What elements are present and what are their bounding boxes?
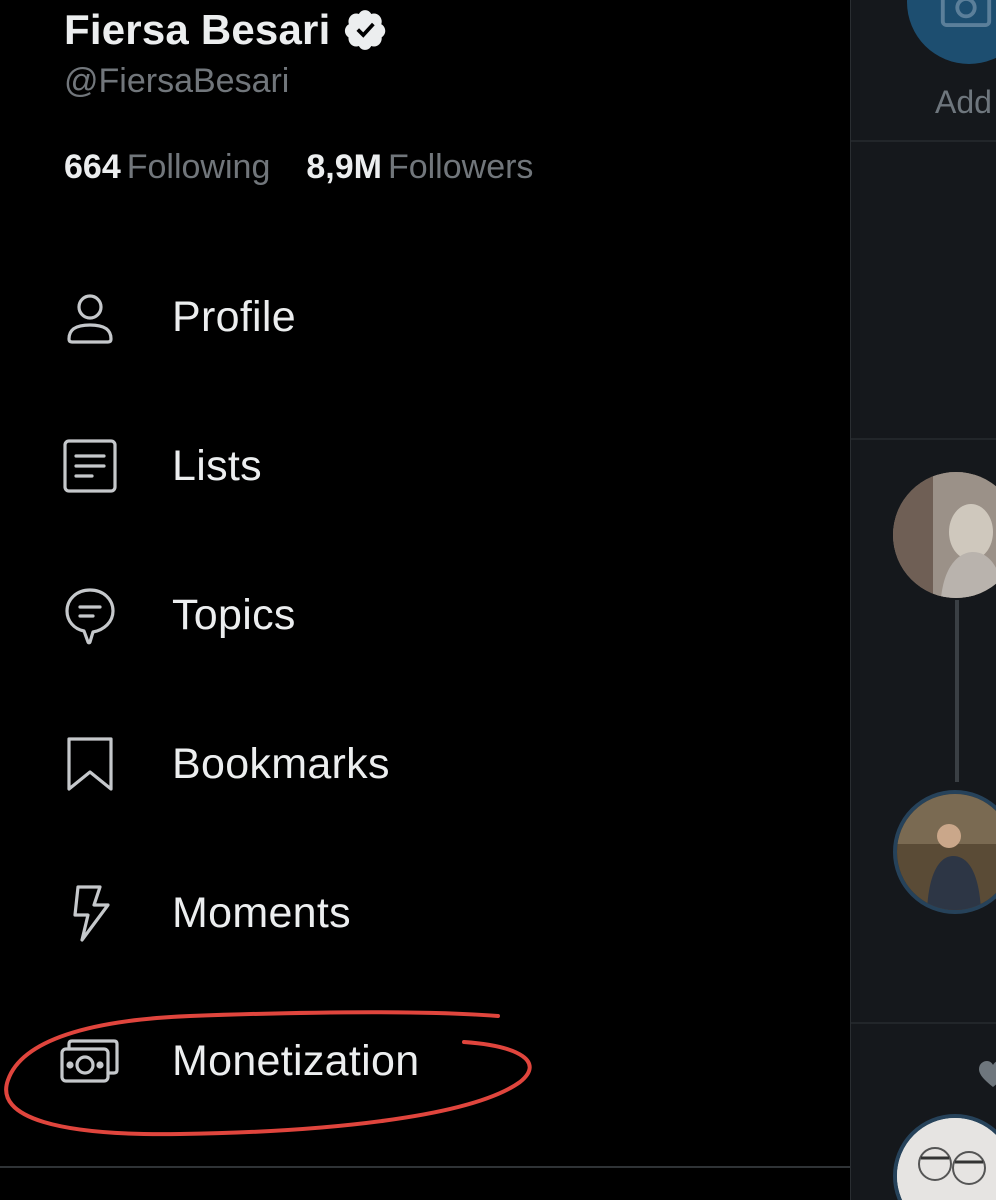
topics-bubble-icon xyxy=(60,585,120,645)
timeline-separator xyxy=(851,438,996,440)
menu-item-profile[interactable]: Profile xyxy=(60,282,760,352)
avatar[interactable] xyxy=(893,790,996,914)
profile-handle: @FiersaBesari xyxy=(64,62,290,100)
bookmark-icon xyxy=(60,734,120,794)
menu-label-monetization: Monetization xyxy=(172,1036,420,1085)
follow-counts: 664 Following 8,9M Followers xyxy=(64,148,533,187)
add-label: Add xyxy=(935,84,992,120)
thread-connector xyxy=(955,600,959,782)
menu-item-bookmarks[interactable]: Bookmarks xyxy=(60,729,760,799)
add-fleet-button[interactable] xyxy=(907,0,996,64)
timeline-separator xyxy=(851,140,996,142)
following-count: 664 xyxy=(64,148,121,186)
menu-item-lists[interactable]: Lists xyxy=(60,431,760,501)
camera-icon xyxy=(940,0,992,27)
menu-label-lists: Lists xyxy=(172,441,262,490)
menu-item-moments[interactable]: Moments xyxy=(60,878,760,948)
followers-count: 8,9M xyxy=(306,148,382,186)
verified-badge-icon xyxy=(345,10,386,50)
profile-name-row[interactable]: Fiersa Besari xyxy=(64,6,388,54)
menu-label-topics: Topics xyxy=(172,590,296,639)
lightning-icon xyxy=(60,883,120,943)
menu-label-moments: Moments xyxy=(172,888,351,937)
list-icon xyxy=(60,436,120,496)
heart-icon[interactable] xyxy=(978,1060,996,1090)
following-label: Following xyxy=(126,148,271,186)
menu-label-profile: Profile xyxy=(172,292,296,341)
avatar[interactable] xyxy=(893,472,996,598)
following-link[interactable]: 664 Following xyxy=(64,148,270,187)
avatar[interactable] xyxy=(893,1114,996,1200)
display-name[interactable]: Fiersa Besari xyxy=(64,6,330,54)
followers-label: Followers xyxy=(387,148,534,186)
person-icon xyxy=(60,287,120,347)
menu-label-bookmarks: Bookmarks xyxy=(172,739,390,788)
navigation-drawer: Fiersa Besari @FiersaBesari 664 Following… xyxy=(0,0,850,1200)
menu-item-monetization[interactable]: Monetization xyxy=(60,1026,760,1096)
followers-link[interactable]: 8,9M Followers xyxy=(306,148,533,187)
drawer-divider xyxy=(0,1166,850,1168)
menu-item-topics[interactable]: Topics xyxy=(60,580,760,650)
money-icon xyxy=(60,1031,120,1091)
timeline-separator xyxy=(851,1022,996,1024)
timeline-preview-pane: Add xyxy=(851,0,996,1200)
